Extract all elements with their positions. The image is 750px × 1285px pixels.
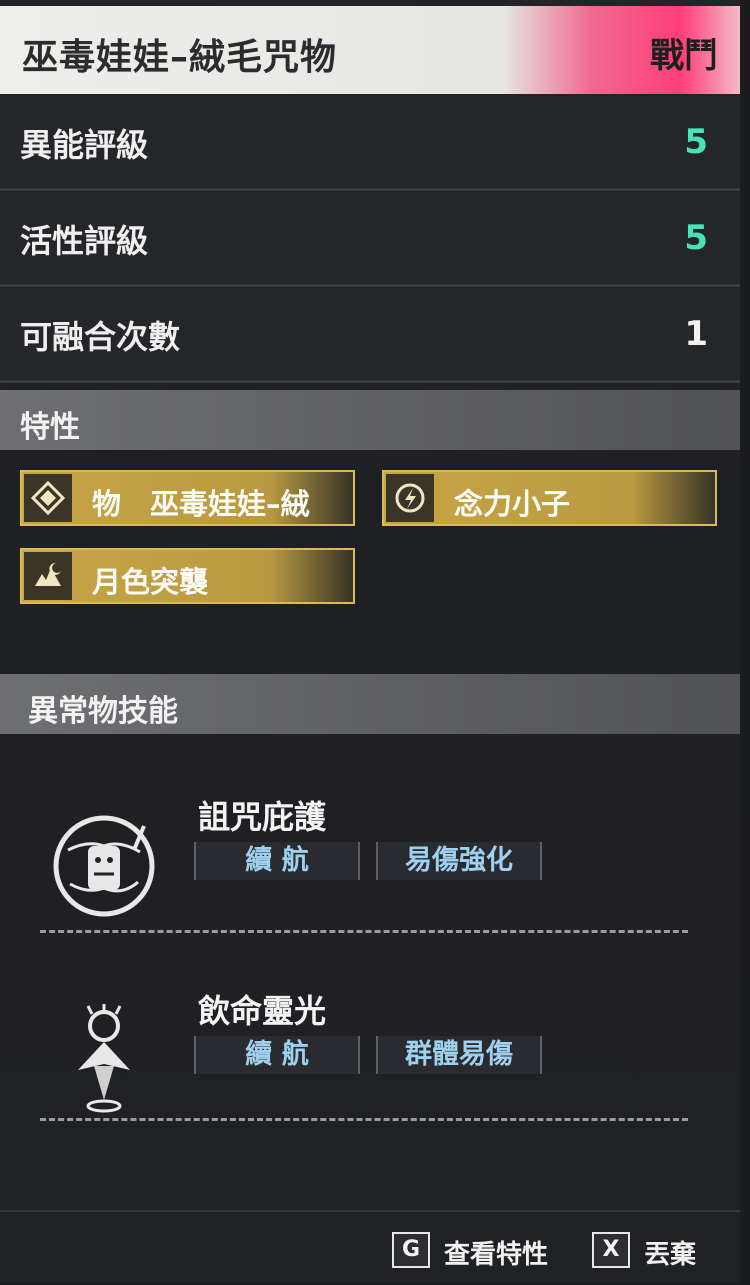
section-title: 異常物技能 <box>28 694 178 729</box>
stat-value: 1 <box>684 314 708 354</box>
skill-tag: 群體易傷 <box>376 1036 542 1074</box>
item-title: 巫毒娃娃–絨毛咒物 <box>22 37 338 78</box>
item-header: 巫毒娃娃–絨毛咒物 戰鬥 <box>0 6 740 94</box>
voodoo-emblem-icon <box>48 810 160 922</box>
skill-name: 詛咒庇護 <box>198 798 327 836</box>
discard-button[interactable]: 丟棄 <box>644 1234 696 1271</box>
section-title: 特性 <box>20 410 80 445</box>
key-g-icon[interactable]: G <box>392 1232 430 1268</box>
skill-tag: 續 航 <box>194 1036 360 1074</box>
stat-label: 異能評級 <box>20 126 149 164</box>
skill-tag: 易傷強化 <box>376 842 542 880</box>
stat-row-activity-rating: 活性評級 5 <box>0 192 740 287</box>
trait-chip-moon-strike[interactable]: 月色突襲 <box>20 548 355 604</box>
trait-label: 念力小子 <box>454 487 571 521</box>
item-detail-panel: 巫毒娃娃–絨毛咒物 戰鬥 異能評級 5 活性評級 5 可融合次數 1 特性 物 … <box>0 0 740 1283</box>
stat-label: 活性評級 <box>20 222 149 260</box>
stat-row-fusion-count: 可融合次數 1 <box>0 288 740 383</box>
stat-label: 可融合次數 <box>20 318 181 356</box>
item-type-tag: 戰鬥 <box>650 36 718 76</box>
trait-chip-psi-kid[interactable]: 念力小子 <box>382 470 717 526</box>
skill-divider <box>40 930 688 933</box>
psi-target-icon <box>386 474 434 522</box>
trait-chip-voodoo[interactable]: 物 巫毒娃娃–絨 <box>20 470 355 526</box>
footer-actions: G 查看特性 X 丟棄 <box>0 1210 740 1285</box>
skill-name: 飲命靈光 <box>198 992 327 1030</box>
skills-section-header: 異常物技能 <box>0 674 740 734</box>
skill-life-drain-aura[interactable]: 飲命靈光 續 航 群體易傷 <box>40 986 690 1156</box>
trait-label: 月色突襲 <box>92 565 209 599</box>
view-traits-button[interactable]: 查看特性 <box>444 1234 548 1271</box>
stat-value: 5 <box>684 218 708 258</box>
stat-value: 5 <box>684 122 708 162</box>
doll-figure-icon <box>48 1004 160 1116</box>
trait-label: 物 巫毒娃娃–絨 <box>92 487 310 521</box>
skill-curse-protection[interactable]: 詛咒庇護 續 航 易傷強化 <box>40 792 690 962</box>
key-x-icon[interactable]: X <box>592 1232 630 1268</box>
traits-section-header: 特性 <box>0 390 740 450</box>
stat-row-ability-rating: 異能評級 5 <box>0 96 740 191</box>
moon-strike-icon <box>24 552 72 600</box>
skill-divider <box>40 1118 688 1121</box>
skill-tag: 續 航 <box>194 842 360 880</box>
diamond-icon <box>24 474 72 522</box>
